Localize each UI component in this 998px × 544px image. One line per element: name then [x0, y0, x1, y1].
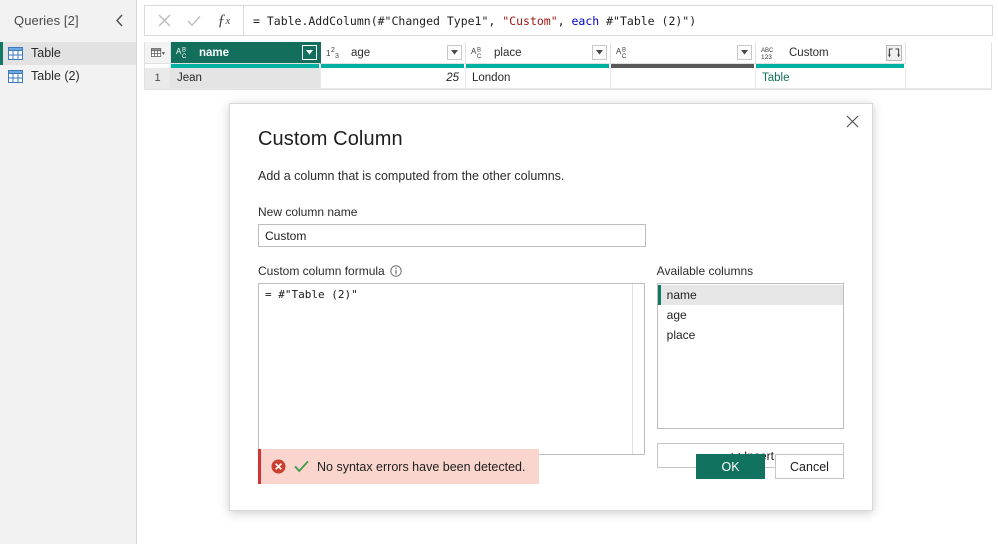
formula-text-mid: ,	[557, 13, 572, 28]
formula-input[interactable]: = Table.AddColumn(#"Changed Type1", "Cus…	[243, 5, 993, 36]
ok-button[interactable]: OK	[696, 454, 765, 479]
dialog-subtitle: Add a column that is computed from the o…	[258, 169, 565, 183]
checkmark-icon[interactable]	[179, 6, 209, 35]
chevron-left-icon[interactable]	[110, 11, 128, 29]
formula-scrollbar[interactable]	[631, 284, 644, 454]
chevron-down-icon[interactable]	[592, 45, 607, 60]
cancel-button[interactable]: Cancel	[775, 454, 844, 479]
editor-main: ƒx = Table.AddColumn(#"Changed Type1", "…	[137, 0, 998, 544]
formula-text-string: "Custom"	[502, 13, 558, 28]
abc-text-icon: ABC	[176, 46, 193, 60]
cell-name[interactable]: Jean	[171, 68, 321, 88]
column-header-custom[interactable]: ABC 123 Custom	[756, 42, 906, 64]
new-column-name-input[interactable]: Custom	[258, 224, 646, 247]
formula-textarea[interactable]: = #"Table (2)"	[258, 283, 645, 455]
formula-text-suffix: #"Table (2)")	[599, 13, 697, 28]
available-columns-list: name age place	[656, 283, 844, 429]
new-column-name-label: New column name	[258, 205, 358, 219]
cell-place[interactable]: London	[466, 68, 611, 88]
cell-custom[interactable]: Table	[756, 68, 906, 88]
chevron-down-icon[interactable]	[302, 45, 317, 60]
svg-text:C: C	[477, 54, 482, 60]
sidebar-item-table[interactable]: Table	[0, 42, 136, 65]
chevron-down-icon[interactable]	[447, 45, 462, 60]
svg-text:123: 123	[761, 54, 772, 60]
error-circle-icon	[271, 459, 286, 474]
expand-columns-icon[interactable]	[886, 44, 902, 61]
svg-text:B: B	[622, 47, 626, 53]
power-query-editor: Queries [2] Table Table (2) ƒ x = Table.…	[0, 0, 998, 544]
grid-header-row: ABC name 123 age A B C place A B C ABC 1…	[145, 42, 991, 64]
dialog-footer: No syntax errors have been detected. OK …	[258, 449, 844, 484]
info-icon[interactable]	[390, 265, 402, 277]
select-all-icon[interactable]	[145, 42, 171, 64]
abc-text-icon: ABC	[471, 46, 488, 60]
svg-text:B: B	[182, 47, 186, 53]
queries-pane-title: Queries [2]	[14, 12, 79, 28]
column-header-label: name	[199, 46, 230, 59]
available-column-place[interactable]: place	[658, 325, 843, 345]
column-header-unnamed[interactable]: ABC	[611, 42, 756, 64]
formula-section: Custom column formula = #"Table (2)" Lea…	[258, 264, 645, 474]
cell-unnamed[interactable]	[611, 68, 756, 88]
dialog-action-buttons: OK Cancel	[696, 454, 844, 479]
data-grid: ABC name 123 age A B C place A B C ABC 1…	[144, 42, 992, 90]
formula-textarea-value: = #"Table (2)"	[265, 288, 358, 301]
column-header-label: place	[494, 46, 522, 59]
close-icon[interactable]	[838, 108, 866, 134]
svg-text:3: 3	[335, 53, 339, 60]
abc123-any-icon: ABC 123	[761, 46, 783, 60]
dialog-title: Custom Column	[258, 128, 403, 150]
available-columns-section: Available columns name age place << Inse…	[656, 264, 844, 474]
table-icon	[8, 47, 23, 60]
queries-list: Table Table (2)	[0, 42, 136, 88]
svg-text:C: C	[622, 54, 627, 60]
dialog-body: Custom Column Add a column that is compu…	[230, 104, 872, 474]
formula-label: Custom column formula	[258, 264, 385, 278]
available-columns-label: Available columns	[656, 264, 754, 278]
fx-icon[interactable]: ƒx	[209, 6, 239, 35]
table-icon	[8, 70, 23, 83]
available-column-name[interactable]: name	[657, 285, 843, 305]
table-row[interactable]: 1 Jean 25 London Table	[145, 68, 991, 89]
cell-age[interactable]: 25	[321, 68, 466, 88]
sidebar-item-label: Table	[31, 46, 61, 61]
sidebar-item-table-2[interactable]: Table (2)	[0, 65, 136, 88]
status-banner: No syntax errors have been detected.	[258, 449, 540, 484]
formula-text-keyword: each	[571, 13, 600, 28]
dialog-columns: Custom column formula = #"Table (2)" Lea…	[258, 264, 844, 474]
svg-text:C: C	[182, 54, 187, 60]
svg-text:B: B	[477, 47, 481, 53]
status-message: No syntax errors have been detected.	[317, 459, 526, 474]
123-number-icon: 123	[326, 46, 345, 60]
formula-bar: ƒx = Table.AddColumn(#"Changed Type1", "…	[144, 5, 993, 36]
column-header-place[interactable]: ABC place	[466, 42, 611, 64]
abc-text-icon: ABC	[616, 46, 633, 60]
column-header-age[interactable]: 123 age	[321, 42, 466, 64]
chevron-down-icon[interactable]	[737, 45, 752, 60]
column-header-label: Custom	[789, 46, 829, 59]
formula-label-row: Custom column formula	[258, 264, 645, 278]
column-header-name[interactable]: ABC name	[171, 42, 321, 64]
formula-bar-buttons: ƒx	[144, 5, 243, 36]
available-column-age[interactable]: age	[658, 305, 843, 325]
close-icon[interactable]	[149, 6, 179, 35]
queries-pane: Queries [2] Table Table (2)	[0, 0, 137, 544]
row-number: 1	[145, 68, 171, 88]
sidebar-item-label: Table (2)	[31, 69, 80, 84]
custom-column-dialog: Custom Column Add a column that is compu…	[229, 103, 873, 511]
column-header-label: age	[351, 46, 371, 59]
formula-text-prefix: = Table.AddColumn(#"Changed Type1",	[253, 13, 503, 28]
checkmark-icon	[294, 460, 309, 473]
queries-pane-header: Queries [2]	[0, 0, 136, 40]
